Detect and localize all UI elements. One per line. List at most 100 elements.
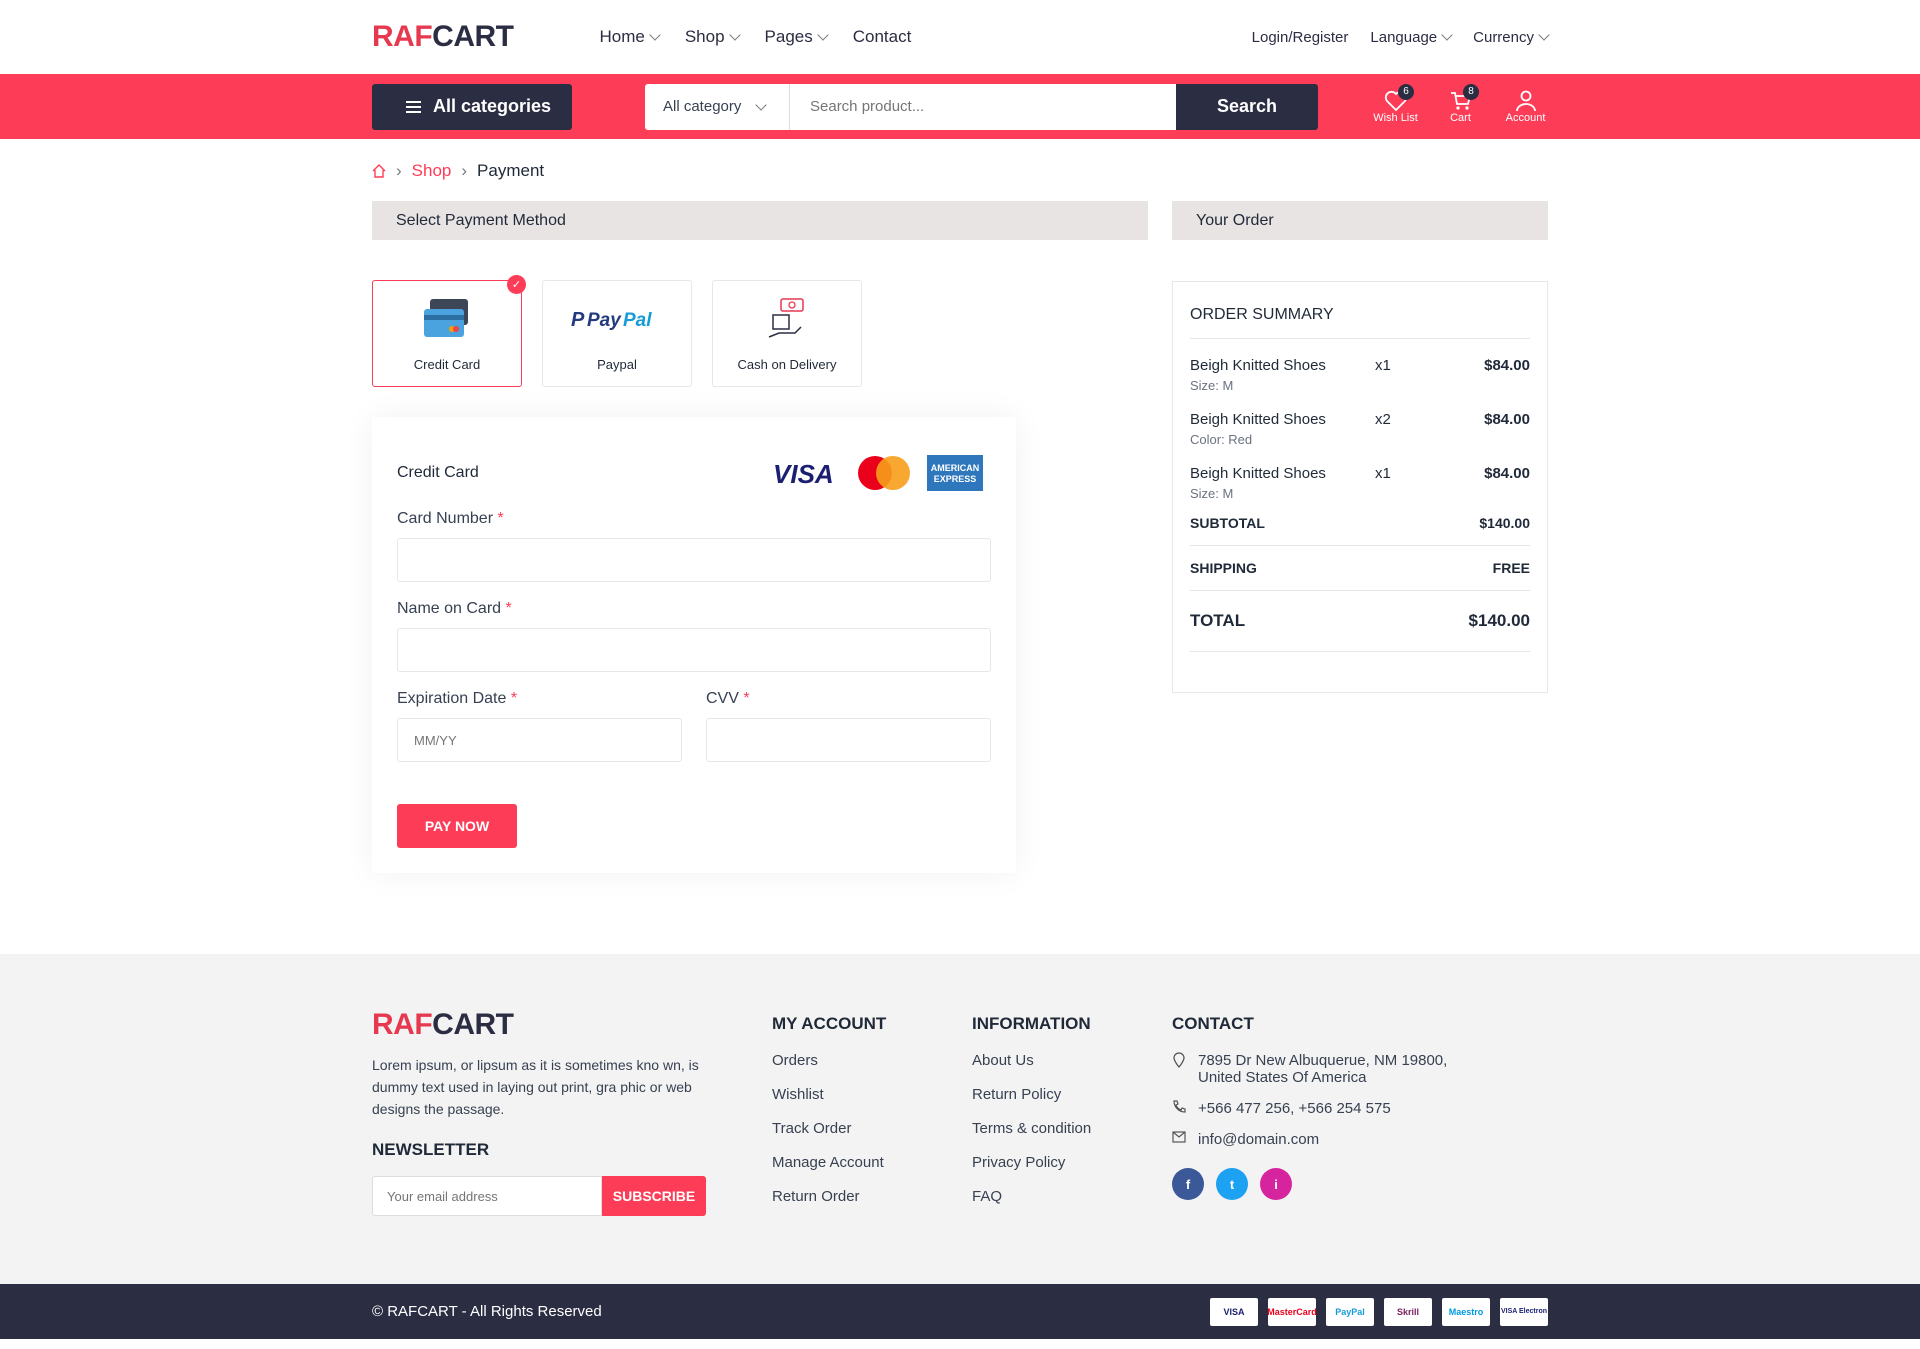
footer-link-return-policy[interactable]: Return Policy bbox=[972, 1086, 1172, 1103]
footer-link-return-order[interactable]: Return Order bbox=[772, 1188, 972, 1205]
footer-about: RAFCART Lorem ipsum, or lipsum as it is … bbox=[372, 1008, 772, 1216]
payment-column: Select Payment Method ✓ Credit Card P Pay… bbox=[372, 201, 1148, 873]
utility-nav: Login/Register Language Currency bbox=[1252, 28, 1550, 46]
account-button[interactable]: Account bbox=[1503, 90, 1548, 124]
contact-email-text[interactable]: info@domain.com bbox=[1198, 1131, 1319, 1148]
footer-link-about[interactable]: About Us bbox=[972, 1052, 1172, 1069]
nav-home[interactable]: Home bbox=[599, 27, 661, 47]
newsletter-email-input[interactable] bbox=[372, 1176, 602, 1216]
breadcrumb-shop[interactable]: Shop bbox=[412, 161, 452, 181]
cash-icon bbox=[765, 293, 809, 345]
expiry-label: Expiration Date * bbox=[397, 690, 682, 708]
category-select[interactable]: All category bbox=[645, 83, 790, 130]
mastercard-logo: MasterCard bbox=[1267, 1297, 1317, 1326]
search-input[interactable] bbox=[790, 83, 1176, 130]
order-item-detail: Color: Red bbox=[1190, 432, 1253, 447]
search-button[interactable]: Search bbox=[1176, 83, 1318, 130]
chevron-down-icon bbox=[755, 98, 768, 111]
method-credit-card[interactable]: ✓ Credit Card bbox=[372, 275, 526, 387]
visa-electron-logo: VISA Electron bbox=[1500, 1297, 1548, 1326]
all-categories-label: All categories bbox=[433, 96, 552, 116]
contact-email: info@domain.com bbox=[1172, 1131, 1492, 1148]
menu-icon bbox=[406, 100, 421, 113]
pay-now-button[interactable]: PAY NOW bbox=[397, 804, 517, 848]
mail-icon bbox=[1172, 1131, 1186, 1143]
svg-text:P: P bbox=[571, 309, 585, 331]
nav-contact[interactable]: Contact bbox=[853, 27, 912, 47]
credit-card-form: Credit Card VISA AMERICAN EXPRESS Card Nu… bbox=[372, 417, 1016, 873]
footer-link-terms[interactable]: Terms & condition bbox=[972, 1120, 1172, 1137]
footer-description: Lorem ipsum, or lipsum as it is sometime… bbox=[372, 1057, 699, 1117]
order-item: Beigh Knitted Shoes Color: Red x2 $84.00 bbox=[1190, 411, 1530, 447]
footer-link-faq[interactable]: FAQ bbox=[972, 1188, 1172, 1205]
subtotal-row: SUBTOTAL $140.00 bbox=[1190, 501, 1530, 546]
facebook-icon[interactable]: f bbox=[1172, 1168, 1204, 1200]
twitter-icon[interactable]: t bbox=[1216, 1168, 1248, 1200]
currency-label: Currency bbox=[1473, 28, 1534, 46]
main-content: › Shop › Payment Select Payment Method ✓… bbox=[372, 161, 1548, 873]
nav-pages-label: Pages bbox=[764, 27, 813, 46]
order-item-price: $84.00 bbox=[1484, 411, 1530, 428]
chevron-down-icon bbox=[1538, 29, 1550, 41]
language-label: Language bbox=[1370, 28, 1438, 46]
location-pin-icon bbox=[1173, 1052, 1185, 1068]
account-label: Account bbox=[1505, 111, 1546, 124]
order-item-info: Beigh Knitted Shoes Color: Red bbox=[1190, 411, 1375, 447]
required-mark: * bbox=[743, 690, 750, 707]
chevron-down-icon bbox=[1441, 29, 1453, 41]
chevron-down-icon bbox=[728, 29, 741, 41]
all-categories-button[interactable]: All categories bbox=[372, 83, 572, 130]
method-paypal-label: Paypal bbox=[597, 357, 637, 372]
contact-list: 7895 Dr New Albuquerue, NM 19800, United… bbox=[1172, 1052, 1492, 1200]
nav-home-label: Home bbox=[599, 27, 645, 46]
nav-pages[interactable]: Pages bbox=[764, 27, 829, 47]
footer-link-wishlist[interactable]: Wishlist bbox=[772, 1086, 972, 1103]
site-logo[interactable]: RAFCART bbox=[372, 20, 514, 54]
method-cash-on-delivery[interactable]: Cash on Delivery bbox=[712, 280, 862, 387]
order-summary: ORDER SUMMARY Beigh Knitted Shoes Size: M… bbox=[1172, 281, 1548, 693]
breadcrumb: › Shop › Payment bbox=[372, 161, 1548, 181]
nav-shop[interactable]: Shop bbox=[685, 27, 741, 47]
footer-link-track-order[interactable]: Track Order bbox=[772, 1120, 972, 1137]
visa-logo: VISA bbox=[1210, 1297, 1258, 1326]
expiry-group: Expiration Date * bbox=[397, 672, 682, 762]
subscribe-button[interactable]: SUBSCRIBE bbox=[602, 1176, 706, 1216]
maestro-logo: Maestro bbox=[1442, 1297, 1490, 1326]
svg-text:Pal: Pal bbox=[623, 310, 652, 331]
order-item-price: $84.00 bbox=[1484, 357, 1530, 374]
name-on-card-input[interactable] bbox=[397, 628, 991, 672]
top-header: RAFCART Home Shop Pages Contact Login/Re… bbox=[0, 0, 1920, 74]
wishlist-label: Wish List bbox=[1373, 111, 1418, 124]
total-value: $140.00 bbox=[1468, 611, 1530, 630]
order-item: Beigh Knitted Shoes Size: M x1 $84.00 bbox=[1190, 465, 1530, 501]
currency-select[interactable]: Currency bbox=[1473, 28, 1550, 46]
paypal-icon: P Pay Pal bbox=[571, 293, 663, 345]
footer-payment-logos: VISA MasterCard PayPal Skrill Maestro VI… bbox=[1210, 1297, 1548, 1326]
footer-information: INFORMATION About Us Return Policy Terms… bbox=[972, 1008, 1172, 1216]
logo-part-a: RAF bbox=[372, 1008, 433, 1041]
payment-section-title: Select Payment Method bbox=[372, 201, 1148, 240]
wishlist-button[interactable]: 6 Wish List bbox=[1373, 83, 1418, 124]
cvv-label: CVV * bbox=[706, 690, 991, 708]
instagram-icon[interactable]: i bbox=[1260, 1168, 1292, 1200]
expiry-input[interactable] bbox=[397, 718, 682, 762]
method-paypal[interactable]: P Pay Pal Paypal bbox=[542, 280, 692, 387]
footer-link-manage-account[interactable]: Manage Account bbox=[772, 1154, 972, 1171]
footer-link-orders[interactable]: Orders bbox=[772, 1052, 972, 1069]
home-icon[interactable] bbox=[372, 164, 386, 178]
language-select[interactable]: Language bbox=[1370, 28, 1453, 46]
footer-link-privacy[interactable]: Privacy Policy bbox=[972, 1154, 1172, 1171]
order-summary-title: ORDER SUMMARY bbox=[1190, 306, 1530, 339]
card-number-input[interactable] bbox=[397, 538, 991, 582]
svg-text:EXPRESS: EXPRESS bbox=[934, 474, 977, 484]
contact-address-text: 7895 Dr New Albuquerue, NM 19800, United… bbox=[1198, 1052, 1448, 1086]
card-number-label-text: Card Number bbox=[397, 510, 494, 527]
cart-button[interactable]: 8 Cart bbox=[1438, 83, 1483, 124]
main-nav: Home Shop Pages Contact bbox=[599, 27, 911, 47]
cvv-input[interactable] bbox=[706, 718, 991, 762]
footer-my-account: MY ACCOUNT Orders Wishlist Track Order M… bbox=[772, 1008, 972, 1216]
footer-logo[interactable]: RAFCART bbox=[372, 1008, 772, 1042]
information-links: About Us Return Policy Terms & condition… bbox=[972, 1052, 1172, 1205]
shipping-label: SHIPPING bbox=[1190, 560, 1257, 576]
login-register-link[interactable]: Login/Register bbox=[1252, 29, 1349, 46]
